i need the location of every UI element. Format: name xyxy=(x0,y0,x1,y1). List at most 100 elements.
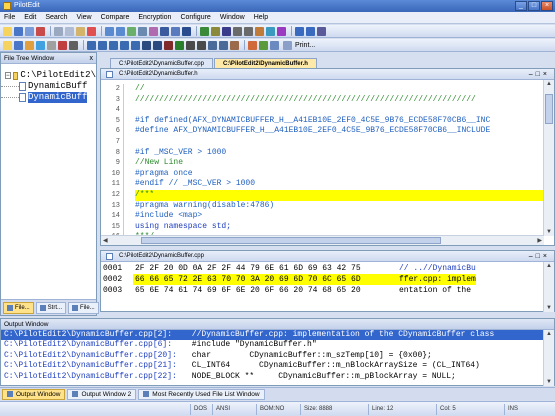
goto-icon[interactable] xyxy=(87,40,96,50)
compare-icon[interactable] xyxy=(255,26,264,36)
tab-dynamicbuffer-h[interactable]: C:\PilotEdit2\DynamicBuffer.h xyxy=(213,58,317,68)
menu-encryption[interactable]: Encryption xyxy=(138,14,171,21)
editor-vertical-scrollbar[interactable]: ▲ ▼ xyxy=(543,80,554,236)
replace-icon[interactable] xyxy=(138,26,147,36)
filter-icon[interactable] xyxy=(153,40,162,50)
output-row[interactable]: C:\PilotEdit2\DynamicBuffer.cpp[21]: CL_… xyxy=(1,361,544,371)
code-line[interactable]: ////////////////////////////////////////… xyxy=(135,95,544,106)
menu-view[interactable]: View xyxy=(77,14,92,21)
tab-dynamicbuffer-cpp[interactable]: C:\PilotEdit2\DynamicBuffer.cpp xyxy=(110,58,213,68)
settings-icon[interactable] xyxy=(317,26,326,36)
print-button[interactable]: Print... xyxy=(283,40,315,50)
indent-icon[interactable] xyxy=(233,26,242,36)
scroll-up-icon[interactable]: ▲ xyxy=(546,81,552,87)
output-rows[interactable]: C:\PilotEdit2\DynamicBuffer.cpp[2]: //Dy… xyxy=(1,330,544,386)
column-mode-icon[interactable] xyxy=(211,26,220,36)
close-file-icon[interactable] xyxy=(36,26,45,36)
tools-icon[interactable] xyxy=(69,40,78,50)
menu-file[interactable]: File xyxy=(4,14,15,21)
scroll-thumb[interactable] xyxy=(545,94,553,124)
hex-row[interactable]: 0002 66 66 65 72 2E 63 70 70 3A 20 69 6D… xyxy=(101,274,544,285)
sort-icon[interactable] xyxy=(142,40,151,50)
copy-icon[interactable] xyxy=(65,26,74,36)
hex-row[interactable]: 0001 2F 2F 20 0D 0A 2F 2F 44 79 6E 61 6D… xyxy=(101,263,544,274)
code-line[interactable]: #if defined(AFX_DYNAMICBUFFER_H__A41EB10… xyxy=(135,116,544,127)
fold-margin[interactable] xyxy=(123,84,133,236)
tab-file-list[interactable]: File... xyxy=(68,301,99,314)
tab-output-window[interactable]: Output Window xyxy=(2,388,66,400)
hex-vertical-scrollbar[interactable]: ▲ ▼ xyxy=(543,262,554,312)
code-line[interactable]: #define AFX_DYNAMICBUFFER_H__A41EB10E_2E… xyxy=(135,126,544,137)
macro-icon[interactable] xyxy=(277,26,286,36)
hex-row[interactable]: 0003 65 6E 74 61 74 69 6F 6E 20 6F 66 20… xyxy=(101,285,544,296)
outdent-icon[interactable] xyxy=(244,26,253,36)
window-cascade-icon[interactable] xyxy=(208,40,217,50)
check-icon[interactable] xyxy=(259,40,268,50)
bookmark-icon[interactable] xyxy=(160,26,169,36)
hex-icon[interactable] xyxy=(200,26,209,36)
prev-bookmark-icon[interactable] xyxy=(182,26,191,36)
play-icon[interactable] xyxy=(175,40,184,50)
output-row[interactable]: C:\PilotEdit2\DynamicBuffer.cpp[2]: //Dy… xyxy=(1,330,544,341)
menu-window[interactable]: Window xyxy=(220,14,245,21)
code-line[interactable]: using namespace std; xyxy=(135,222,544,233)
editor-horizontal-scrollbar[interactable]: ◀ ▶ xyxy=(101,235,544,245)
maximize-button[interactable]: □ xyxy=(528,1,540,11)
code-line[interactable] xyxy=(135,137,544,148)
scroll-thumb[interactable] xyxy=(141,237,441,244)
ascii-icon[interactable] xyxy=(197,40,206,50)
code-line[interactable]: #include <map> xyxy=(135,211,544,222)
collapse-icon[interactable]: − xyxy=(5,72,11,79)
tab-file-tree[interactable]: File... xyxy=(3,301,34,314)
tree-item-file-selected[interactable]: DynamicBuff xyxy=(1,92,96,103)
new-icon[interactable] xyxy=(3,40,12,50)
output-row[interactable]: C:\PilotEdit2\DynamicBuffer.cpp[6]: #inc… xyxy=(1,340,544,350)
save-icon[interactable] xyxy=(14,26,23,36)
zoom-in-icon[interactable] xyxy=(295,26,304,36)
redo-icon[interactable] xyxy=(116,26,125,36)
next-icon[interactable] xyxy=(120,40,129,50)
scroll-up-icon[interactable]: ▲ xyxy=(546,263,552,269)
minimize-button[interactable]: _ xyxy=(515,1,527,11)
code-editor[interactable]: C:\PilotEdit2\DynamicBuffer.h –□× 234567… xyxy=(100,68,555,246)
scroll-up-icon[interactable]: ▲ xyxy=(546,331,552,337)
find-icon[interactable] xyxy=(127,26,136,36)
stop-icon[interactable] xyxy=(58,40,67,50)
first-icon[interactable] xyxy=(98,40,107,50)
open-folder-icon[interactable] xyxy=(14,40,23,50)
prev-icon[interactable] xyxy=(109,40,118,50)
code-line-current[interactable]: /*** xyxy=(135,189,544,201)
output-row[interactable]: C:\PilotEdit2\DynamicBuffer.cpp[20]: cha… xyxy=(1,351,544,361)
tab-mru-file-list[interactable]: Most Recently Used File List Window xyxy=(138,388,265,400)
print-preview-icon[interactable] xyxy=(47,40,56,50)
reload-icon[interactable] xyxy=(36,40,45,50)
code-line[interactable]: #pragma warning(disable:4786) xyxy=(135,201,544,212)
delete-icon[interactable] xyxy=(87,26,96,36)
code-line[interactable]: // xyxy=(135,84,544,95)
code-line[interactable]: //New Line xyxy=(135,158,544,169)
code-area[interactable]: 2345678910111213141516 /////////////////… xyxy=(101,80,544,236)
record-icon[interactable] xyxy=(164,40,173,50)
ftp-icon[interactable] xyxy=(25,40,34,50)
paste-icon[interactable] xyxy=(76,26,85,36)
menu-configure[interactable]: Configure xyxy=(180,14,210,21)
hex-rows[interactable]: 0001 2F 2F 20 0D 0A 2F 2F 44 79 6E 61 6D… xyxy=(101,263,544,296)
zoom-out-icon[interactable] xyxy=(306,26,315,36)
help-icon[interactable] xyxy=(230,40,239,50)
cut-icon[interactable] xyxy=(54,26,63,36)
scroll-down-icon[interactable]: ▼ xyxy=(546,305,552,311)
scroll-left-icon[interactable]: ◀ xyxy=(103,237,108,244)
tree-item-file[interactable]: DynamicBuff xyxy=(1,81,96,92)
code-line[interactable]: #pragma once xyxy=(135,169,544,180)
scroll-right-icon[interactable]: ▶ xyxy=(537,237,542,244)
hex-ascii[interactable]: ffer.cpp: implem xyxy=(397,274,476,285)
undo-icon[interactable] xyxy=(105,26,114,36)
scroll-down-icon[interactable]: ▼ xyxy=(546,379,552,385)
hex-ascii[interactable]: entation of the xyxy=(397,285,476,296)
code-line[interactable]: #endif // _MSC_VER > 1000 xyxy=(135,179,544,190)
code-lines[interactable]: ////////////////////////////////////////… xyxy=(135,84,544,236)
tree-item-root[interactable]: − C:\PilotEdit2\ xyxy=(1,70,96,81)
hex-ascii[interactable]: // ..//DynamicBu xyxy=(397,263,476,274)
hex-bytes[interactable]: 65 6E 74 61 74 69 6F 6E 20 6F 66 20 74 6… xyxy=(133,285,397,296)
output-row[interactable]: C:\PilotEdit2\DynamicBuffer.cpp[22]: NOD… xyxy=(1,372,544,382)
